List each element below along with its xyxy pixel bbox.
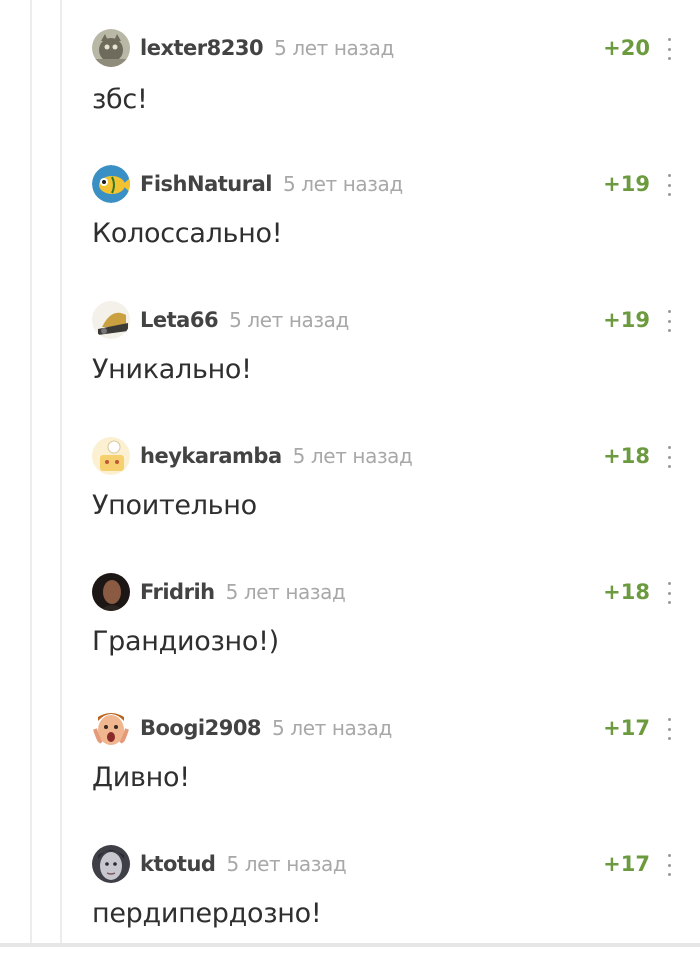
more-options-icon[interactable]: [666, 446, 672, 468]
comment-time[interactable]: 5 лет назад: [283, 172, 403, 196]
comment-text: Грандиозно!): [92, 626, 279, 657]
comment-time[interactable]: 5 лет назад: [293, 444, 413, 468]
comment-text: Уникально!: [92, 354, 252, 385]
comment-text: Дивно!: [92, 762, 190, 793]
photo-avatar-icon[interactable]: [92, 301, 130, 339]
comment: Fridrih 5 лет назад +18 Грандиозно!): [92, 572, 682, 692]
thread-line-outer: [30, 0, 32, 947]
comment-rating: +17: [603, 716, 650, 740]
comment-text: пердипердозно!: [92, 898, 322, 929]
comment-time[interactable]: 5 лет назад: [274, 36, 394, 60]
comment-text: Колоссально!: [92, 218, 283, 249]
more-options-icon[interactable]: [666, 718, 672, 740]
comment-header: lexter8230 5 лет назад: [92, 28, 682, 68]
cartoon-avatar-icon[interactable]: [92, 437, 130, 475]
comment-rating: +19: [603, 308, 650, 332]
comment-rating: +19: [603, 172, 650, 196]
more-options-icon[interactable]: [666, 310, 672, 332]
kid-face-avatar-icon[interactable]: [92, 709, 130, 747]
fish-avatar-icon[interactable]: [92, 165, 130, 203]
comment-rating: +18: [603, 444, 650, 468]
comment-time[interactable]: 5 лет назад: [272, 716, 392, 740]
username[interactable]: ktotud: [140, 852, 216, 876]
face-avatar-icon[interactable]: [92, 845, 130, 883]
comment-time[interactable]: 5 лет назад: [226, 852, 346, 876]
thread-line-inner: [60, 0, 62, 947]
comment: FishNatural 5 лет назад +19 Колоссально!: [92, 164, 682, 284]
comment-header: FishNatural 5 лет назад: [92, 164, 682, 204]
comment: Boogi2908 5 лет назад +17 Дивно!: [92, 708, 682, 828]
comment: heykaramba 5 лет назад +18 Упоительно: [92, 436, 682, 556]
more-options-icon[interactable]: [666, 174, 672, 196]
username[interactable]: Leta66: [140, 308, 219, 332]
username[interactable]: FishNatural: [140, 172, 272, 196]
comment-time[interactable]: 5 лет назад: [229, 308, 349, 332]
comment-rating: +18: [603, 580, 650, 604]
comment-header: Fridrih 5 лет назад: [92, 572, 682, 612]
comment-time[interactable]: 5 лет назад: [226, 580, 346, 604]
portrait-avatar-icon[interactable]: [92, 573, 130, 611]
comment-header: heykaramba 5 лет назад: [92, 436, 682, 476]
username[interactable]: Boogi2908: [140, 716, 262, 740]
comment: Leta66 5 лет назад +19 Уникально!: [92, 300, 682, 420]
cat-avatar-icon[interactable]: [92, 29, 130, 67]
comment-text: Упоительно: [92, 490, 257, 521]
comment-text: збс!: [92, 84, 148, 115]
comment-header: Leta66 5 лет назад: [92, 300, 682, 340]
comment-rating: +20: [603, 36, 650, 60]
bottom-divider: [0, 943, 700, 947]
username[interactable]: lexter8230: [140, 36, 264, 60]
comment: lexter8230 5 лет назад +20 збс!: [92, 28, 682, 148]
comment-header: Boogi2908 5 лет назад: [92, 708, 682, 748]
more-options-icon[interactable]: [666, 582, 672, 604]
more-options-icon[interactable]: [666, 854, 672, 876]
username[interactable]: Fridrih: [140, 580, 215, 604]
comment-header: ktotud 5 лет назад: [92, 844, 682, 884]
comment-rating: +17: [603, 852, 650, 876]
username[interactable]: heykaramba: [140, 444, 282, 468]
more-options-icon[interactable]: [666, 38, 672, 60]
